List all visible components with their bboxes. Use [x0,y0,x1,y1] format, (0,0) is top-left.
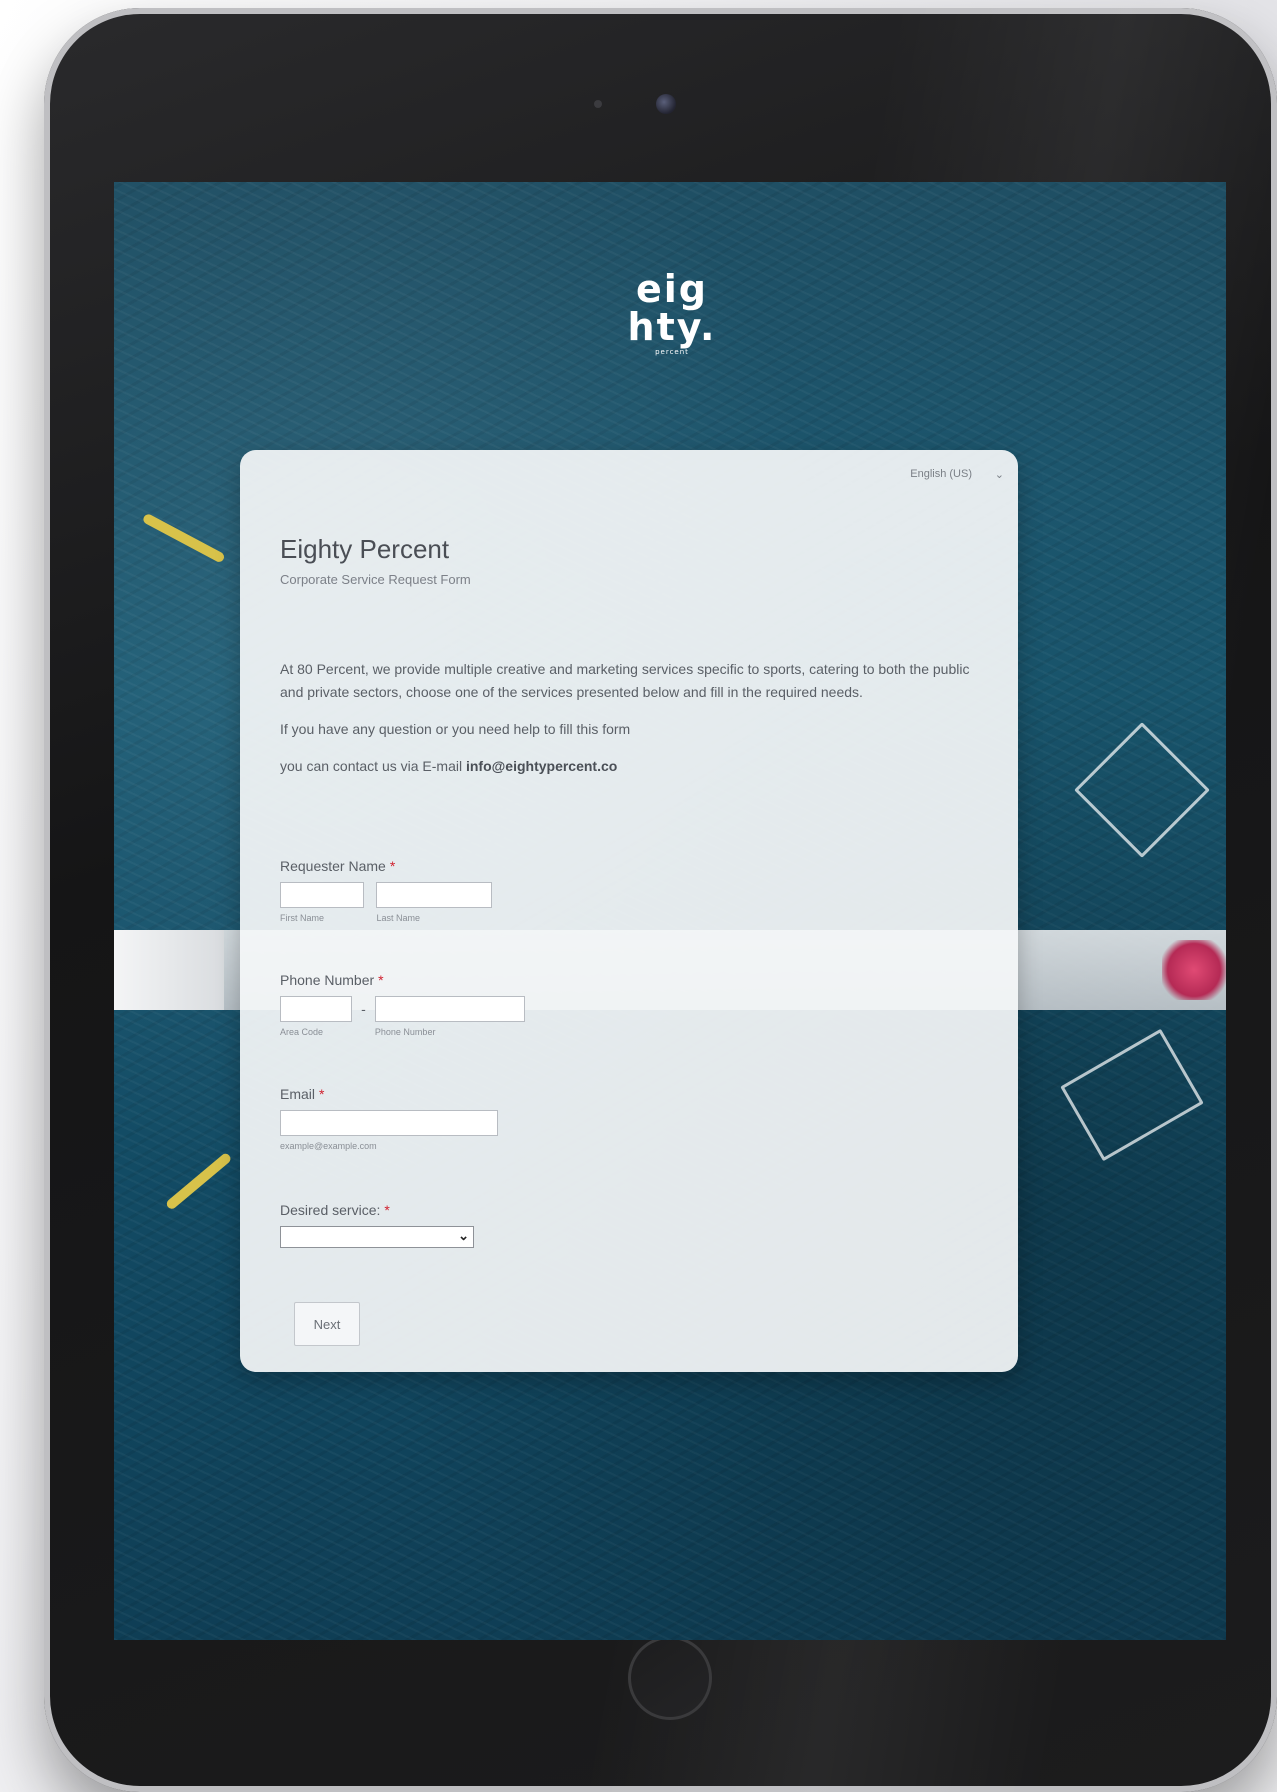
requester-name-field: Requester Name * First Name Last Name [280,858,493,926]
boat-bow-image [114,930,224,1010]
email-input[interactable] [280,1110,498,1136]
phone-number-label: Phone Number * [280,972,384,988]
required-marker: * [378,972,384,988]
service-request-form: English (US) ⌄ Eighty Percent Corporate … [240,450,1018,1372]
camera-lens [656,94,676,114]
desired-service-label: Desired service: * [280,1202,390,1218]
phone-separator: - [361,1001,366,1017]
phone-number-field: Phone Number * Area Code - Phone Number [280,972,525,1040]
email-field: Email * example@example.com [280,1086,498,1154]
chevron-down-icon[interactable]: ⌄ [995,468,1004,481]
first-name-input[interactable] [280,882,364,908]
logo-subtext: percent [655,348,689,356]
rower-image [1162,940,1226,1000]
intro-help-text: If you have any question or you need hel… [280,721,631,737]
required-marker: * [319,1086,325,1102]
rigger-image [1074,722,1210,858]
tablet-device: eig hty. percent English (US) ⌄ Eighty P… [44,8,1277,1792]
camera-sensor [594,100,602,108]
requester-name-label: Requester Name * [280,858,396,874]
last-name-input[interactable] [376,882,493,908]
intro-paragraph: At 80 Percent, we provide multiple creat… [280,661,970,700]
chevron-down-icon: ⌄ [458,1228,469,1243]
contact-prefix: you can contact us via E-mail [280,758,463,774]
email-label: Email * [280,1086,325,1102]
required-marker: * [389,858,396,874]
form-title: Eighty Percent [280,534,450,564]
first-name-sublabel: First Name [280,913,325,923]
phone-number-sublabel: Phone Number [374,1027,436,1037]
area-code-sublabel: Area Code [280,1027,324,1037]
rigger-image [1060,1028,1204,1162]
contact-email-link[interactable]: info@eightypercent.co [466,758,617,774]
desired-service-field: Desired service: * ⌄ [280,1202,474,1248]
next-button[interactable]: Next [294,1302,360,1346]
phone-number-input[interactable] [374,996,525,1022]
area-code-input[interactable] [280,996,352,1022]
logo-line-2: hty. [627,305,717,349]
desired-service-select[interactable]: ⌄ [280,1226,474,1248]
required-marker: * [384,1202,390,1218]
home-button[interactable] [628,1636,712,1720]
tablet-screen: eig hty. percent English (US) ⌄ Eighty P… [114,182,1226,1640]
oar-image [141,512,226,564]
brand-logo: eig hty. percent [592,270,752,390]
oar-image [164,1151,233,1211]
logo-line-1: eig [636,267,708,311]
intro-contact-text: you can contact us via E-mail info@eight… [280,755,990,778]
form-intro: At 80 Percent, we provide multiple creat… [280,658,990,792]
email-example-sublabel: example@example.com [280,1141,377,1151]
form-subtitle: Corporate Service Request Form [280,572,471,587]
last-name-sublabel: Last Name [376,913,420,923]
language-selector[interactable]: English (US) [910,468,972,480]
